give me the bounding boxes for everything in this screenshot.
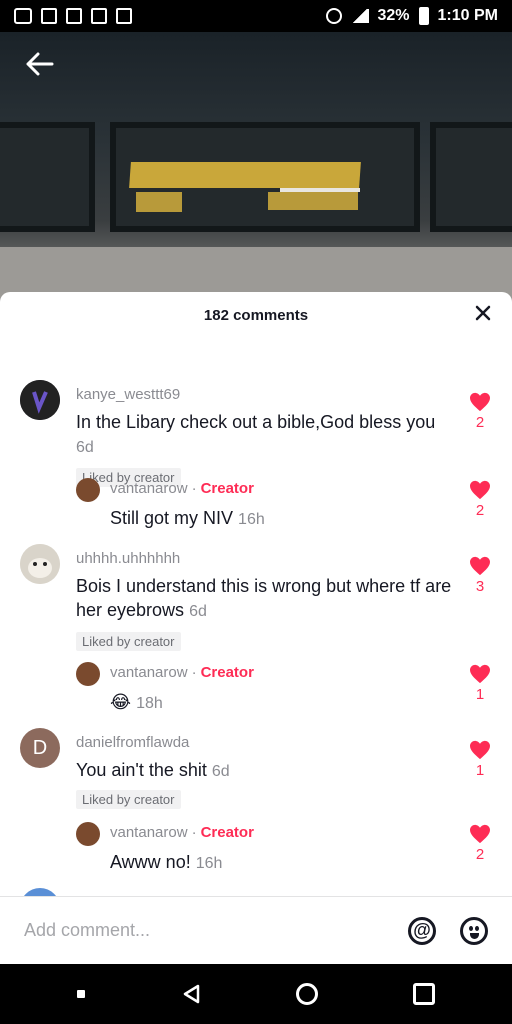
reply-time: 16h	[195, 855, 223, 872]
like-button[interactable]: 1	[466, 664, 494, 703]
like-button[interactable]: 2	[466, 824, 494, 863]
image-icon	[66, 8, 82, 24]
comment-text: Bois I understand this is wrong but wher…	[76, 574, 456, 624]
status-bar: 32% 1:10 PM	[0, 0, 512, 32]
reply-username-text: vantanarow	[110, 664, 188, 681]
nav-home-icon[interactable]	[296, 983, 319, 1005]
separator-dot: ·	[191, 480, 197, 497]
like-count: 1	[475, 762, 485, 779]
avatar[interactable]	[76, 478, 100, 502]
nav-dot-icon	[77, 990, 86, 998]
emoji-mouth	[470, 932, 479, 939]
creator-tag: Creator	[200, 664, 254, 681]
avatar[interactable]	[76, 822, 100, 846]
status-icons-right: 32% 1:10 PM	[325, 7, 498, 25]
reply-body: Still got my NIV	[110, 508, 234, 528]
clipboard-icon	[116, 8, 132, 24]
like-button[interactable]: 2	[466, 392, 494, 431]
window-right	[430, 122, 512, 232]
liked-by-creator-badge: Liked by creator	[76, 790, 181, 809]
like-count: 2	[475, 502, 485, 519]
reply-time: 16h	[238, 511, 265, 528]
avatar[interactable]	[20, 888, 60, 896]
reply-text: Still got my NIV 16h	[110, 506, 450, 532]
comment-input[interactable]	[24, 920, 396, 941]
status-icons-left	[14, 8, 132, 24]
liked-by-creator-badge: Liked by creator	[76, 632, 181, 651]
reply-username[interactable]: vantanarow · Creator	[110, 824, 254, 841]
battery-icon	[418, 7, 429, 25]
separator-dot: ·	[191, 664, 197, 681]
avatar[interactable]	[76, 662, 100, 686]
nav-recents-icon[interactable]	[412, 983, 435, 1005]
reply-body: 😂	[110, 692, 132, 712]
comment-list[interactable]: kanye_westtt69 In the Libary check out a…	[0, 338, 512, 896]
creator-tag: Creator	[200, 480, 254, 497]
heart-icon	[470, 740, 490, 760]
battery-percent: 32%	[377, 7, 410, 24]
comment-time: 6d	[76, 439, 94, 456]
avatar[interactable]	[20, 380, 60, 420]
avatar-letter: D	[32, 736, 48, 759]
avatar[interactable]	[20, 544, 60, 584]
comment-body: Bois I understand this is wrong but wher…	[76, 576, 452, 620]
comment-username[interactable]: uhhhh.uhhhhhh	[76, 550, 180, 567]
like-count: 3	[475, 578, 485, 595]
reply-text: Awww no! 16h	[110, 850, 450, 876]
instagram-icon	[14, 8, 32, 24]
video-background	[0, 32, 512, 302]
signal-icon	[350, 9, 369, 23]
yellow-panel-small	[136, 192, 182, 212]
android-nav-bar	[0, 964, 512, 1024]
at-icon[interactable]: @	[408, 916, 436, 945]
clock: 1:10 PM	[437, 7, 498, 24]
nav-back-icon[interactable]	[180, 983, 202, 1005]
like-count: 1	[475, 686, 485, 703]
comment-count: 182 comments	[203, 306, 309, 324]
sheet-header: 182 comments	[0, 292, 512, 338]
download-done-icon	[91, 8, 107, 24]
like-button[interactable]: 2	[466, 480, 494, 519]
like-count: 2	[475, 414, 485, 431]
comment-time: 6d	[189, 603, 207, 620]
alarm-icon	[325, 8, 342, 24]
comment-username[interactable]: danielfromflawda	[76, 734, 189, 751]
heart-icon	[470, 664, 490, 684]
comment-text: In the Libary check out a bible,God bles…	[76, 410, 456, 460]
comment-time: 6d	[211, 763, 230, 780]
comments-sheet: 182 comments kanye_westtt69 In the Libar…	[0, 292, 512, 964]
like-button[interactable]: 3	[466, 556, 494, 595]
arrow-left-icon[interactable]	[24, 52, 56, 76]
close-icon[interactable]	[474, 304, 492, 326]
reply-text: 😂 18h	[110, 690, 450, 716]
message-icon	[41, 8, 57, 24]
like-button[interactable]: 1	[466, 740, 494, 779]
heart-icon	[470, 392, 490, 412]
emoji-icon[interactable]	[460, 916, 488, 945]
reply-username[interactable]: vantanarow · Creator	[110, 480, 254, 497]
comment-body: In the Libary check out a bible,God bles…	[76, 412, 436, 432]
reply-body: Awww no!	[110, 852, 191, 872]
reply-username-text: vantanarow	[110, 480, 188, 497]
yellow-panel	[129, 162, 361, 188]
heart-icon	[470, 480, 490, 500]
comment-text: You ain't the shit 6d	[76, 758, 456, 784]
separator-dot: ·	[191, 824, 197, 841]
reply-username[interactable]: vantanarow · Creator	[110, 664, 254, 681]
comment-body: You ain't the shit	[76, 760, 207, 780]
yellow-panel-right	[268, 192, 358, 210]
comment-input-bar: @	[0, 896, 512, 964]
reply-time: 18h	[136, 695, 163, 712]
heart-icon	[470, 824, 490, 844]
heart-icon	[470, 556, 490, 576]
creator-tag: Creator	[200, 824, 254, 841]
avatar[interactable]: D	[20, 728, 60, 768]
light-strip	[280, 188, 360, 192]
like-count: 2	[475, 846, 485, 863]
comment-username[interactable]: kanye_westtt69	[76, 386, 180, 403]
window-left	[0, 122, 95, 232]
reply-username-text: vantanarow	[110, 824, 188, 841]
